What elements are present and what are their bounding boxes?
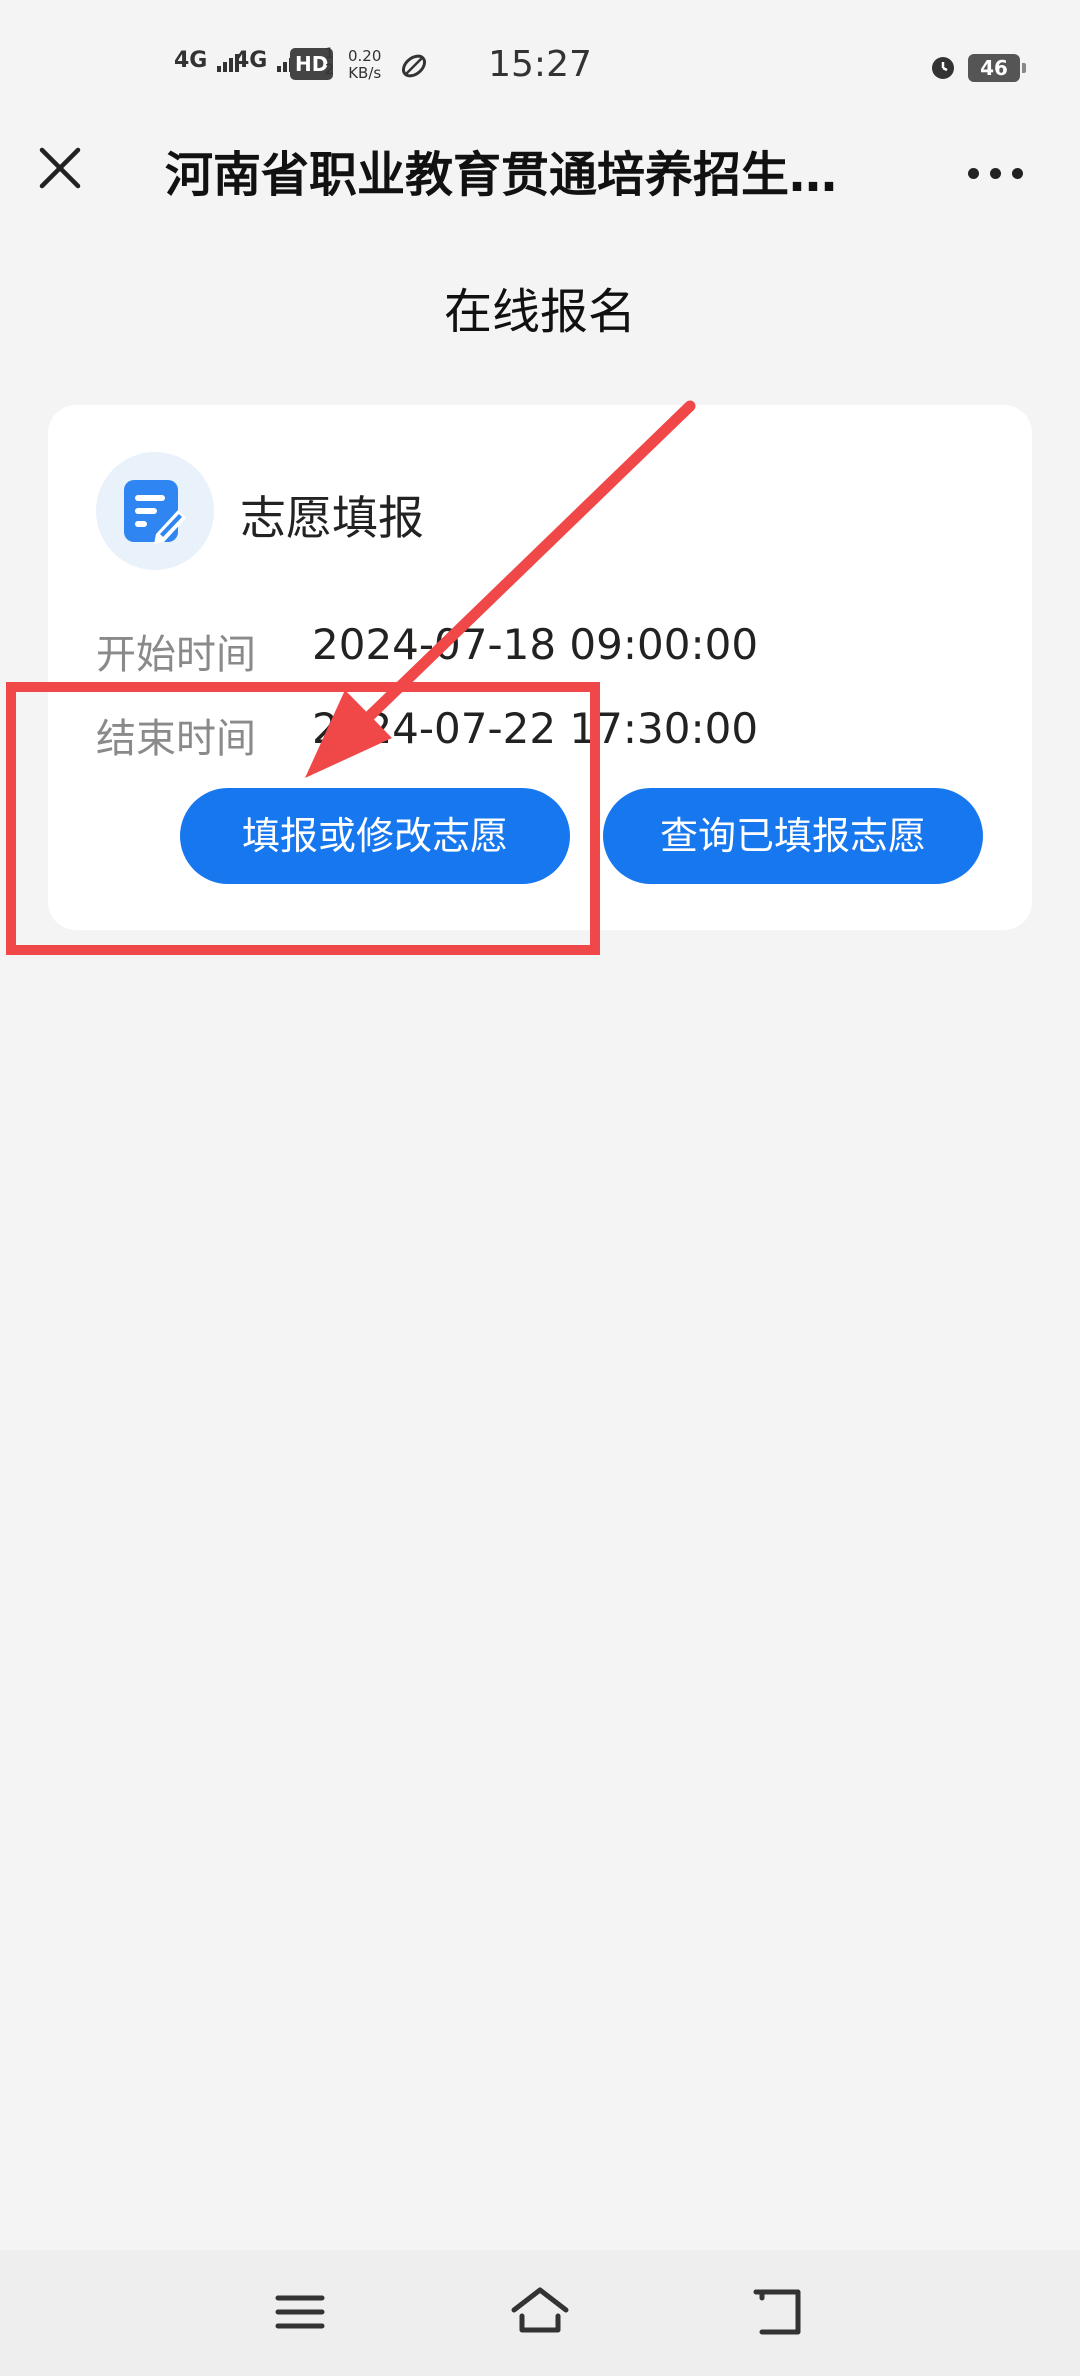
close-icon[interactable] [30, 138, 90, 198]
battery-indicator: 46 [968, 54, 1026, 82]
clock: 15:27 [488, 44, 592, 85]
start-time-label: 开始时间 [96, 632, 256, 678]
menu-icon[interactable] [268, 2280, 332, 2344]
card-icon-circle [96, 452, 214, 570]
back-icon[interactable] [748, 2280, 812, 2344]
more-icon[interactable] [960, 148, 1030, 196]
home-icon[interactable] [508, 2280, 572, 2344]
page-title: 河南省职业教育贯通培养招生… [165, 147, 838, 203]
card-title: 志愿填报 [240, 491, 424, 545]
section-title: 在线报名 [443, 284, 636, 340]
highlight-box [6, 682, 600, 955]
status-bar: 4G 4G HD 1 2 0.20 KB/s 15:27 46 [0, 0, 1080, 130]
start-time-value: 2024-07-18 09:00:00 [312, 620, 759, 669]
alarm-icon [932, 57, 954, 79]
edit-document-icon [124, 480, 186, 544]
query-application-button[interactable]: 查询已填报志愿 [603, 788, 983, 884]
